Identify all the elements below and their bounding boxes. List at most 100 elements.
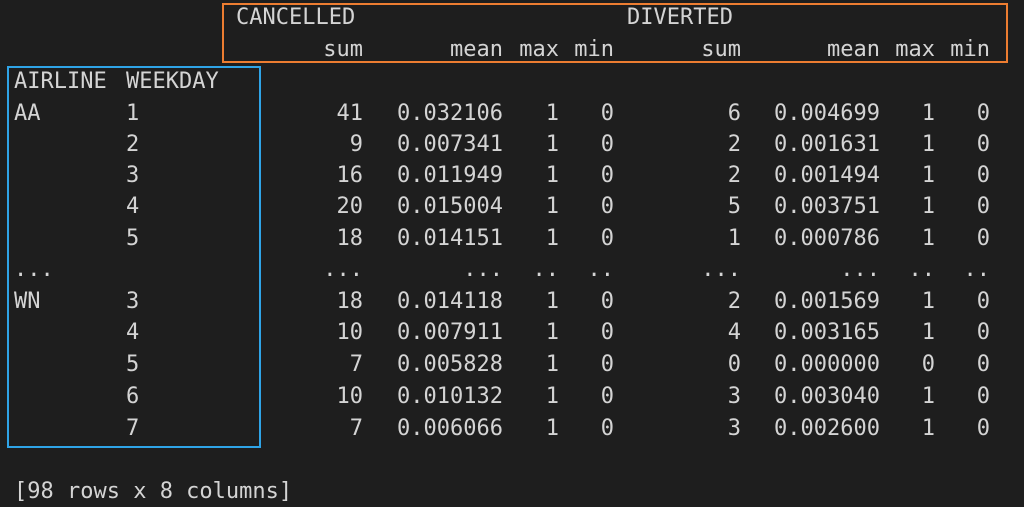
table-cell: 1 [545,416,559,441]
row-weekday-index: 6 [126,384,140,409]
table-cell: 1 [921,384,935,409]
table-cell: 2 [727,289,741,314]
table-cell: 0 [976,320,990,345]
row-weekday-index: 1 [126,101,140,126]
table-cell: .. [587,257,615,282]
table-cell: 1 [921,416,935,441]
table-cell: 0.011949 [397,163,503,188]
table-cell: 0.001494 [774,163,880,188]
table-cell: 0.003751 [774,194,880,219]
row-weekday-index: 4 [126,320,140,345]
row-weekday-index: 3 [126,289,140,314]
table-cell: 0 [600,226,614,251]
table-cell: 0 [600,289,614,314]
table-cell: 1 [545,194,559,219]
group-header-diverted: DIVERTED [627,5,733,30]
table-cell: .. [963,257,991,282]
table-cell: 1 [921,226,935,251]
table-cell: 16 [336,163,364,188]
table-cell: 6 [727,101,741,126]
table-cell: 1 [545,384,559,409]
table-cell: 0 [600,352,614,377]
table-cell: 2 [727,132,741,157]
row-weekday-index: 5 [126,352,140,377]
index-name-weekday: WEEKDAY [126,69,219,94]
table-cell: 0.002600 [774,416,880,441]
table-cell: 0.003165 [774,320,880,345]
row-weekday-index: 5 [126,226,140,251]
table-cell: 0.000000 [774,352,880,377]
column-header: max [895,37,935,62]
group-header-cancelled: CANCELLED [236,5,356,30]
table-cell: 0 [600,416,614,441]
table-cell: 0 [600,194,614,219]
table-cell: 0 [976,226,990,251]
table-cell: 1 [727,226,741,251]
row-weekday-index: 2 [126,132,140,157]
table-cell: 3 [727,384,741,409]
table-cell: 1 [545,101,559,126]
table-cell: 1 [921,163,935,188]
table-cell: 1 [921,289,935,314]
table-cell: ... [323,257,363,282]
table-cell: 1 [545,226,559,251]
table-cell: 1 [921,320,935,345]
table-cell: 0.005828 [397,352,503,377]
table-cell: 1 [545,352,559,377]
index-name-airline: AIRLINE [14,69,107,94]
column-header: min [950,37,990,62]
table-cell: 0 [976,416,990,441]
table-cell: 0 [976,101,990,126]
column-header: max [519,37,559,62]
table-cell: 0 [727,352,741,377]
column-header: min [574,37,614,62]
table-cell: ... [463,257,503,282]
table-cell: 7 [349,352,363,377]
table-cell: 1 [545,289,559,314]
dataframe-shape-footer: [98 rows x 8 columns] [14,479,293,504]
table-cell: 0.007911 [397,320,503,345]
table-cell: 10 [336,320,364,345]
table-cell: 0.000786 [774,226,880,251]
table-cell: 18 [336,226,364,251]
table-cell: 3 [727,416,741,441]
table-cell: 9 [349,132,363,157]
column-header: sum [323,37,363,62]
table-cell: 0 [600,320,614,345]
column-header: mean [450,37,503,62]
table-cell: 0 [976,132,990,157]
table-cell: 0.014118 [397,289,503,314]
table-cell: 0 [600,101,614,126]
row-weekday-index: 4 [126,194,140,219]
table-cell: 0.010132 [397,384,503,409]
table-cell: 0 [921,352,935,377]
table-cell: 0.007341 [397,132,503,157]
table-cell: 0 [976,352,990,377]
table-cell: 41 [336,101,364,126]
table-cell: 0.006066 [397,416,503,441]
table-cell: 0 [976,194,990,219]
table-cell: 1 [921,194,935,219]
row-weekday-index: 7 [126,416,140,441]
table-cell: .. [908,257,936,282]
table-cell: 0 [600,384,614,409]
row-airline-index: WN [14,289,41,314]
column-header: sum [701,37,741,62]
table-cell: 1 [545,320,559,345]
row-airline-index: ... [14,257,54,282]
table-cell: 1 [545,132,559,157]
table-cell: 18 [336,289,364,314]
table-cell: ... [701,257,741,282]
table-cell: 0.004699 [774,101,880,126]
column-header: mean [827,37,880,62]
row-weekday-index: 3 [126,163,140,188]
table-cell: 20 [336,194,364,219]
table-cell: 0.003040 [774,384,880,409]
table-cell: 0 [976,163,990,188]
table-cell: 0.032106 [397,101,503,126]
table-cell: ... [840,257,880,282]
table-cell: 7 [349,416,363,441]
table-cell: 5 [727,194,741,219]
table-cell: .. [532,257,560,282]
table-cell: 0 [600,132,614,157]
